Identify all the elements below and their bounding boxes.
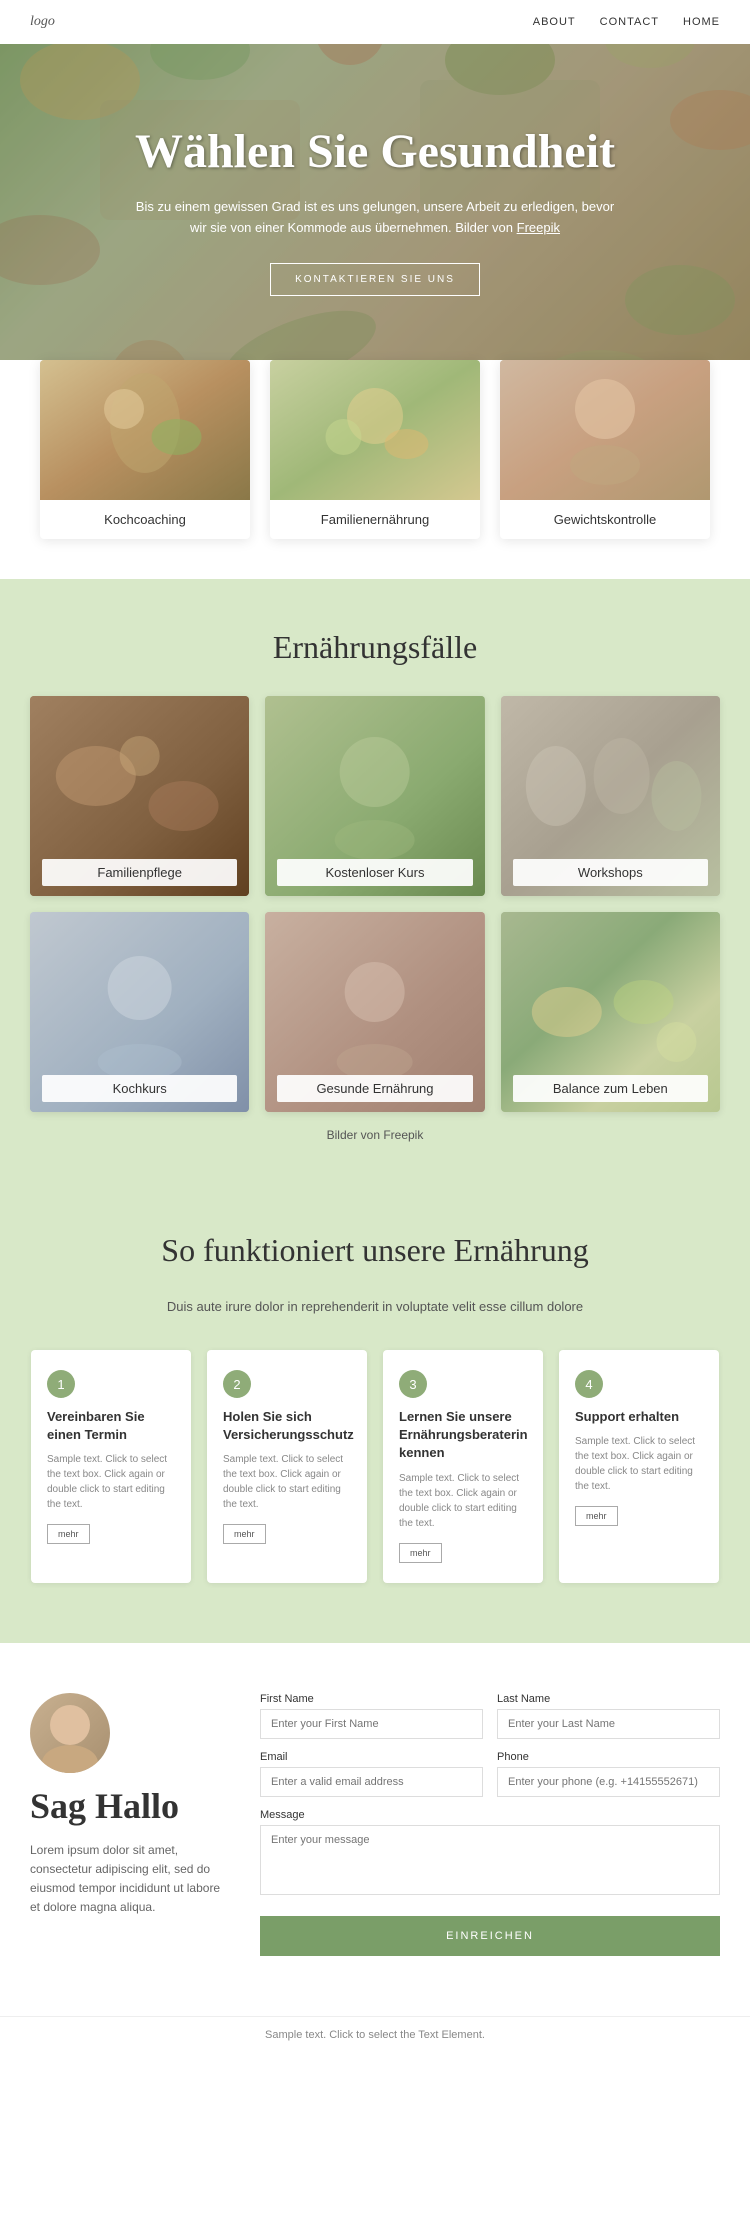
contact-heading: Sag Hallo	[30, 1785, 230, 1827]
step-btn-2[interactable]: mehr	[399, 1543, 442, 1563]
footer-note: Sample text. Click to select the Text El…	[0, 2016, 750, 2053]
step-btn-1[interactable]: mehr	[223, 1524, 266, 1544]
grid-card-2: Workshops	[501, 696, 720, 896]
footer-note-text: Sample text. Click to select the Text El…	[265, 2029, 485, 2041]
nav-logo: logo	[30, 14, 55, 30]
service-card-label-2: Gewichtskontrolle	[500, 500, 710, 539]
hero-content: Wählen Sie Gesundheit Bis zu einem gewis…	[75, 124, 675, 296]
step-text-2: Sample text. Click to select the text bo…	[399, 1471, 527, 1531]
avatar-svg	[30, 1693, 110, 1773]
grid-card-4: Gesunde Ernährung	[265, 912, 484, 1112]
form-group-lastname: Last Name	[497, 1693, 720, 1739]
first-name-input[interactable]	[260, 1709, 483, 1739]
form-row-name: First Name Last Name	[260, 1693, 720, 1739]
step-card-1: 2 Holen Sie sich Versicherungsschutz Sam…	[207, 1350, 367, 1583]
form-group-email: Email	[260, 1751, 483, 1797]
submit-button[interactable]: EINREICHEN	[260, 1916, 720, 1956]
step-title-1: Holen Sie sich Versicherungsschutz	[223, 1408, 351, 1444]
grid-card-label-3: Kochkurs	[42, 1075, 237, 1102]
form-row-contact: Email Phone	[260, 1751, 720, 1797]
navbar: logo ABOUT CONTACT HOME	[0, 0, 750, 44]
steps-row: 1 Vereinbaren Sie einen Termin Sample te…	[30, 1350, 720, 1583]
last-name-label: Last Name	[497, 1693, 720, 1705]
contact-form: First Name Last Name Email Phone Message…	[260, 1693, 720, 1956]
form-group-firstname: First Name	[260, 1693, 483, 1739]
contact-section: Sag Hallo Lorem ipsum dolor sit amet, co…	[0, 1643, 750, 2016]
step-card-0: 1 Vereinbaren Sie einen Termin Sample te…	[31, 1350, 191, 1583]
cards-row: Kochcoaching Familienernährung	[30, 360, 720, 539]
service-card-image-0	[40, 360, 250, 500]
step-num-2: 3	[399, 1370, 427, 1398]
last-name-input[interactable]	[497, 1709, 720, 1739]
grid-card-0: Familienpflege	[30, 696, 249, 896]
nutrition-title: Ernährungsfälle	[30, 629, 720, 666]
hero-cta-button[interactable]: KONTAKTIEREN SIE UNS	[270, 263, 480, 296]
how-subtitle: Duis aute irure dolor in reprehenderit i…	[30, 1299, 720, 1314]
email-label: Email	[260, 1751, 483, 1763]
step-card-2: 3 Lernen Sie unsere Ernährungsberaterin …	[383, 1350, 543, 1583]
step-num-0: 1	[47, 1370, 75, 1398]
nav-contact[interactable]: CONTACT	[600, 16, 659, 28]
contact-avatar	[30, 1693, 110, 1773]
grid-card-3: Kochkurs	[30, 912, 249, 1112]
step-text-0: Sample text. Click to select the text bo…	[47, 1452, 175, 1512]
how-section: So funktioniert unsere Ernährung Duis au…	[0, 1182, 750, 1643]
freepik-link[interactable]: Freepik	[517, 220, 560, 235]
phone-label: Phone	[497, 1751, 720, 1763]
service-card-image-2	[500, 360, 710, 500]
grid-card-label-1: Kostenloser Kurs	[277, 859, 472, 886]
nutrition-section: Ernährungsfälle Familienpflege	[0, 579, 750, 1182]
nutrition-grid: Familienpflege Kostenloser Kurs	[30, 696, 720, 1112]
credit-text: Bilder von Freepik	[327, 1128, 424, 1142]
message-textarea[interactable]	[260, 1825, 720, 1895]
step-num-1: 2	[223, 1370, 251, 1398]
message-label: Message	[260, 1809, 720, 1821]
step-title-3: Support erhalten	[575, 1408, 703, 1426]
nutrition-credit: Bilder von Freepik	[30, 1128, 720, 1142]
hero-title: Wählen Sie Gesundheit	[135, 124, 615, 179]
step-title-0: Vereinbaren Sie einen Termin	[47, 1408, 175, 1444]
email-input[interactable]	[260, 1767, 483, 1797]
first-name-label: First Name	[260, 1693, 483, 1705]
hero-subtitle: Bis zu einem gewissen Grad ist es uns ge…	[135, 197, 615, 239]
service-card-label-1: Familienernährung	[270, 500, 480, 539]
hero-section: Wählen Sie Gesundheit Bis zu einem gewis…	[0, 0, 750, 420]
how-title: So funktioniert unsere Ernährung	[30, 1232, 720, 1269]
step-title-2: Lernen Sie unsere Ernährungsberaterin ke…	[399, 1408, 527, 1463]
card-image-svg-0	[40, 360, 250, 500]
card-image-svg-1	[270, 360, 480, 500]
step-card-3: 4 Support erhalten Sample text. Click to…	[559, 1350, 719, 1583]
step-text-3: Sample text. Click to select the text bo…	[575, 1434, 703, 1494]
grid-card-label-5: Balance zum Leben	[513, 1075, 708, 1102]
grid-card-label-0: Familienpflege	[42, 859, 237, 886]
grid-card-1: Kostenloser Kurs	[265, 696, 484, 896]
service-card-image-1	[270, 360, 480, 500]
service-card-0: Kochcoaching	[40, 360, 250, 539]
card-image-svg-2	[500, 360, 710, 500]
step-text-1: Sample text. Click to select the text bo…	[223, 1452, 351, 1512]
service-card-1: Familienernährung	[270, 360, 480, 539]
grid-card-label-2: Workshops	[513, 859, 708, 886]
step-btn-3[interactable]: mehr	[575, 1506, 618, 1526]
nav-home[interactable]: HOME	[683, 16, 720, 28]
contact-left: Sag Hallo Lorem ipsum dolor sit amet, co…	[30, 1693, 230, 1956]
step-num-3: 4	[575, 1370, 603, 1398]
phone-input[interactable]	[497, 1767, 720, 1797]
grid-card-5: Balance zum Leben	[501, 912, 720, 1112]
nav-about[interactable]: ABOUT	[533, 16, 576, 28]
grid-card-label-4: Gesunde Ernährung	[277, 1075, 472, 1102]
service-card-label-0: Kochcoaching	[40, 500, 250, 539]
step-btn-0[interactable]: mehr	[47, 1524, 90, 1544]
nav-links: ABOUT CONTACT HOME	[533, 16, 720, 28]
form-group-message: Message	[260, 1809, 720, 1916]
form-group-phone: Phone	[497, 1751, 720, 1797]
contact-text: Lorem ipsum dolor sit amet, consectetur …	[30, 1841, 230, 1918]
service-card-2: Gewichtskontrolle	[500, 360, 710, 539]
service-cards-section: Kochcoaching Familienernährung	[0, 360, 750, 579]
